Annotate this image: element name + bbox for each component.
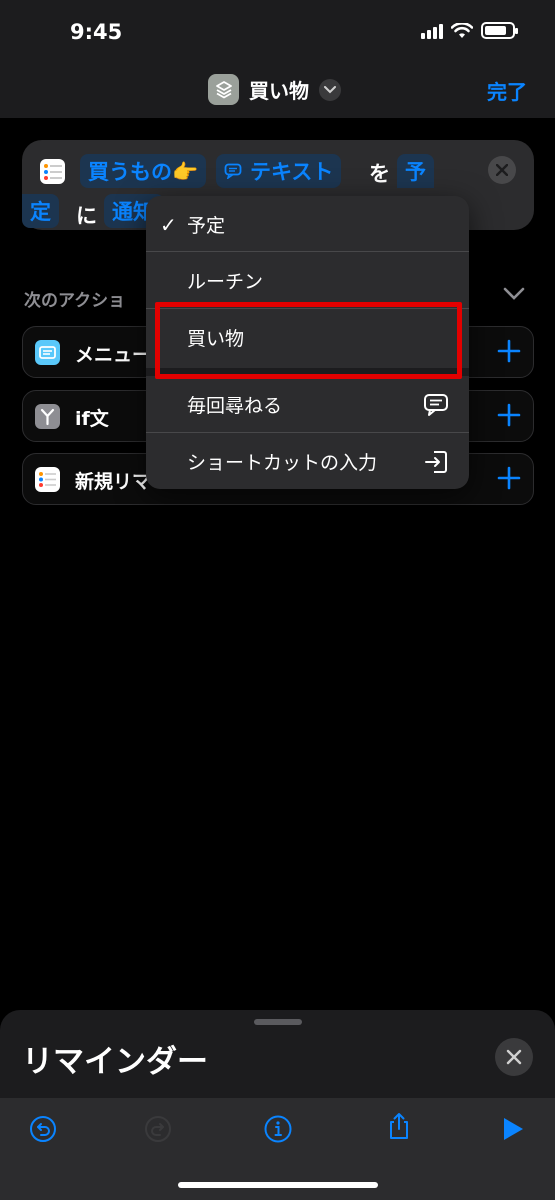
close-icon [496,164,508,176]
battery-icon [481,22,518,39]
plus-icon[interactable] [495,401,523,429]
next-actions-header: 次のアクショ [24,291,126,311]
chevron-down-icon[interactable] [319,78,341,101]
menu-item-ask-each-time[interactable]: 毎回尋ねる [146,376,469,433]
done-button[interactable]: 完了 [487,76,527,105]
run-play-icon[interactable] [497,1114,527,1144]
menu-item-label: ショートカットの入力 [187,452,378,474]
menu-item-label: ルーチン [187,271,264,293]
menu-icon [35,340,60,365]
sheet-close-button[interactable] [495,1038,533,1076]
message-icon [424,394,448,416]
menu-item-routine[interactable]: ルーチン [146,252,469,309]
list-variable-token[interactable]: 買うもの👉 [80,154,207,188]
page-title: 買い物 [249,79,309,103]
shortcut-title-menu[interactable]: 買い物 [208,74,341,105]
wifi-icon [451,22,473,38]
calendar-list-token[interactable]: 予 [397,154,434,188]
menu-item-label: 毎回尋ねる [187,395,283,417]
checkmark-icon: ✓ [160,212,177,237]
branch-icon [35,404,60,429]
status-time: 9:45 [70,20,123,44]
action-sheet: リマインダー [0,1010,555,1200]
particle-wo: を [369,162,390,186]
input-icon [425,451,447,473]
particle-ni: に [76,204,97,228]
home-indicator [178,1182,378,1188]
reminders-app-icon [35,467,60,492]
calendar-list-token-continued[interactable]: 定 [22,194,59,228]
row-label: メニュー [75,344,152,366]
remove-action-button[interactable] [488,156,516,184]
shortcut-app-icon [208,74,239,105]
info-icon[interactable] [263,1114,293,1144]
text-token-label: テキスト [250,160,334,184]
menu-item-calendar[interactable]: ✓ 予定 [146,196,469,253]
undo-icon[interactable] [28,1114,58,1144]
plus-icon[interactable] [495,337,523,365]
chevron-down-icon[interactable] [503,286,525,305]
top-bar: 9:45 買い物 完了 [0,0,555,118]
row-label: if文 [75,408,109,430]
redo-icon[interactable] [143,1114,173,1144]
sheet-grabber[interactable] [254,1019,302,1025]
text-variable-token[interactable]: テキスト [216,154,342,188]
menu-item-label: 予定 [187,215,226,237]
cellular-signal-icon [421,23,443,39]
close-icon [506,1049,522,1065]
plus-icon[interactable] [495,464,523,492]
speech-bubble-icon [224,163,242,179]
highlight-box [155,302,462,379]
status-icons [421,22,518,39]
share-icon[interactable] [384,1111,414,1141]
row-label: 新規リマ [75,471,152,493]
menu-item-shortcut-input[interactable]: ショートカットの入力 [146,433,469,490]
sheet-title: リマインダー [22,1044,208,1080]
reminders-app-icon [40,159,65,184]
